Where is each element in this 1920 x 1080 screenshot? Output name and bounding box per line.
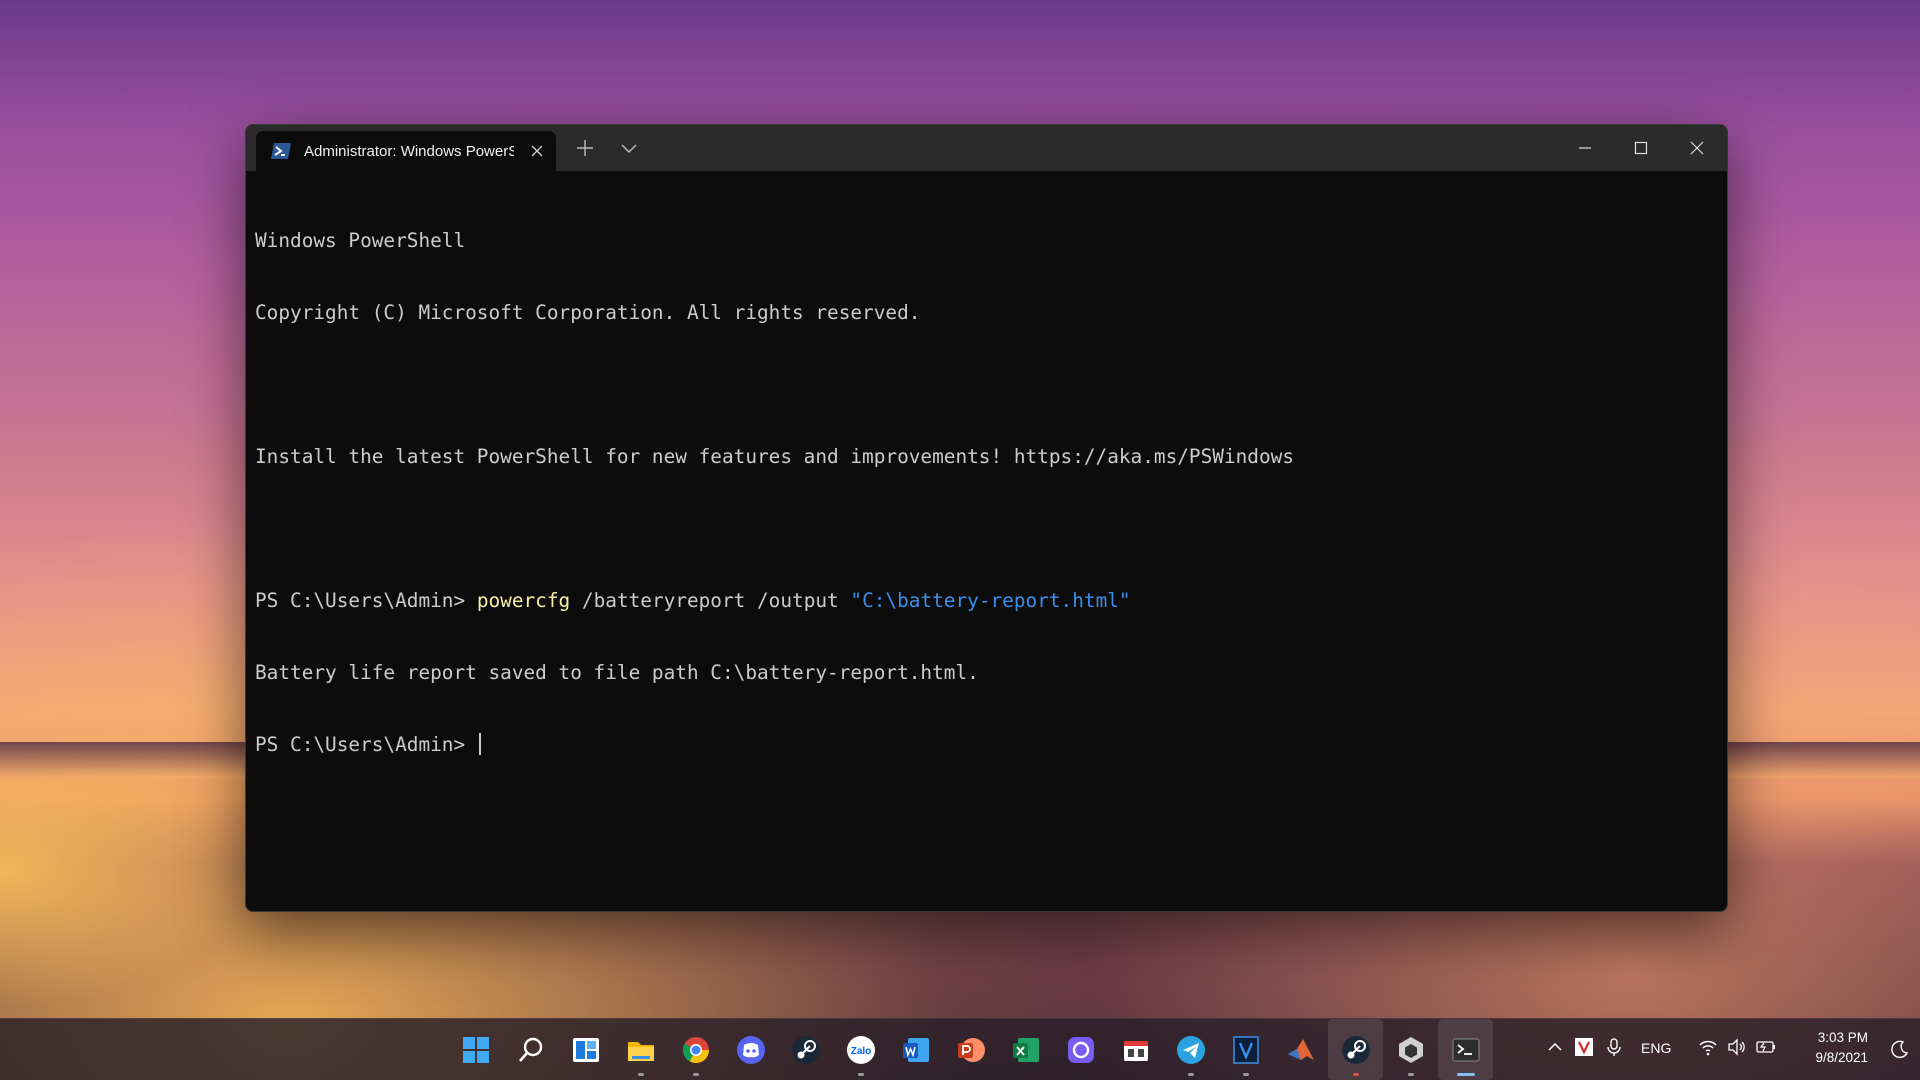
file-explorer-button[interactable] <box>613 1019 668 1080</box>
search-button[interactable] <box>503 1019 558 1080</box>
terminal-line: Copyright (C) Microsoft Corporation. All… <box>255 301 921 324</box>
steam-icon <box>1341 1035 1370 1064</box>
matlab-icon <box>1287 1038 1314 1060</box>
powerpoint-icon <box>957 1037 985 1062</box>
command-string: "C:\battery-report.html" <box>850 589 1131 612</box>
volume-icon[interactable] <box>1727 1037 1747 1057</box>
powerpoint-button[interactable] <box>943 1019 998 1080</box>
command-name: powercfg <box>476 589 571 612</box>
vscode-button[interactable] <box>1218 1019 1273 1080</box>
chevron-down-icon[interactable] <box>618 137 640 159</box>
running-indicator <box>637 1073 644 1076</box>
new-tab-icon[interactable] <box>574 137 596 159</box>
widgets-button[interactable] <box>558 1019 613 1080</box>
terminal-line: Windows PowerShell <box>255 229 466 252</box>
powershell-icon <box>271 143 291 159</box>
microphone-icon[interactable] <box>1604 1037 1624 1057</box>
vscode-icon <box>1232 1035 1259 1064</box>
widgets-icon <box>572 1037 599 1062</box>
focus-assist-icon[interactable] <box>1890 1039 1910 1059</box>
tab-powershell[interactable]: Administrator: Windows PowerS <box>256 131 556 171</box>
steam-icon <box>791 1035 820 1064</box>
tab-title: Administrator: Windows PowerS <box>304 142 514 160</box>
command-args: /batteryreport /output <box>570 589 851 612</box>
prompt: PS C:\Users\Admin> <box>255 589 477 612</box>
system-tray: ENG 3:03 PM 9/8/2021 <box>1520 1019 1920 1080</box>
active-indicator <box>1456 1073 1475 1076</box>
clock-date[interactable]: 9/8/2021 <box>1815 1050 1868 1065</box>
excel-button[interactable] <box>998 1019 1053 1080</box>
prompt: PS C:\Users\Admin> <box>255 733 477 756</box>
app-button[interactable] <box>1108 1019 1163 1080</box>
minimize-icon <box>1579 147 1591 149</box>
minimize-button[interactable] <box>1557 129 1613 167</box>
close-icon <box>1690 141 1704 155</box>
start-icon <box>462 1036 489 1063</box>
chrome-icon <box>682 1036 709 1063</box>
maximize-icon <box>1634 141 1648 155</box>
running-indicator <box>1242 1073 1249 1076</box>
cortana-icon <box>1067 1036 1094 1063</box>
chrome-button[interactable] <box>668 1019 723 1080</box>
language-indicator[interactable]: ENG <box>1641 1040 1671 1056</box>
steam-button[interactable] <box>778 1019 833 1080</box>
file-explorer-icon <box>627 1041 654 1061</box>
terminal-line: Install the latest PowerShell for new fe… <box>255 445 1294 468</box>
maximize-button[interactable] <box>1613 129 1669 167</box>
taskbar-apps: Zalo <box>448 1019 1493 1080</box>
zalo-button[interactable]: Zalo <box>833 1019 888 1080</box>
cortana-button[interactable] <box>1053 1019 1108 1080</box>
discord-button[interactable] <box>723 1019 778 1080</box>
tab-close-icon[interactable] <box>528 142 546 160</box>
zalo-icon: Zalo <box>846 1035 875 1064</box>
word-icon <box>902 1037 929 1062</box>
vietkey-icon[interactable] <box>1574 1037 1594 1057</box>
running-indicator <box>857 1073 864 1076</box>
running-indicator <box>1407 1073 1414 1076</box>
start-button[interactable] <box>448 1019 503 1080</box>
terminal-window: Administrator: Windows PowerS Windows Po… <box>245 124 1728 912</box>
discord-icon <box>736 1035 765 1064</box>
chevron-up-icon[interactable] <box>1545 1037 1565 1057</box>
running-indicator <box>692 1073 699 1076</box>
prompt-line: PS C:\Users\Admin> <box>255 733 1717 757</box>
telegram-button[interactable] <box>1163 1019 1218 1080</box>
excel-icon <box>1012 1037 1039 1062</box>
running-indicator <box>1352 1073 1359 1076</box>
search-icon <box>518 1037 542 1062</box>
word-button[interactable] <box>888 1019 943 1080</box>
title-bar[interactable]: Administrator: Windows PowerS <box>246 125 1727 171</box>
text-cursor <box>478 733 481 755</box>
telegram-icon <box>1176 1035 1205 1064</box>
battery-icon[interactable] <box>1755 1037 1777 1057</box>
running-indicator <box>1187 1073 1194 1076</box>
terminal-button[interactable] <box>1438 1019 1493 1080</box>
zalo-label: Zalo <box>850 1046 871 1057</box>
unity-button[interactable] <box>1383 1019 1438 1080</box>
wifi-icon[interactable] <box>1698 1037 1718 1057</box>
wallpaper-glow <box>0 778 260 1008</box>
taskbar: Zalo ENG 3:03 PM 9/8/2021 <box>0 1018 1920 1080</box>
app-icon <box>1123 1040 1148 1061</box>
steam-active-button[interactable] <box>1328 1019 1383 1080</box>
terminal-line: Battery life report saved to file path C… <box>255 661 979 684</box>
terminal-icon <box>1452 1038 1479 1061</box>
unity-icon <box>1398 1036 1423 1063</box>
clock-time[interactable]: 3:03 PM <box>1818 1030 1868 1045</box>
matlab-button[interactable] <box>1273 1019 1328 1080</box>
command-line: PS C:\Users\Admin> powercfg /batteryrepo… <box>255 589 1717 613</box>
close-button[interactable] <box>1669 129 1725 167</box>
terminal-output[interactable]: Windows PowerShell Copyright (C) Microso… <box>255 181 1717 911</box>
